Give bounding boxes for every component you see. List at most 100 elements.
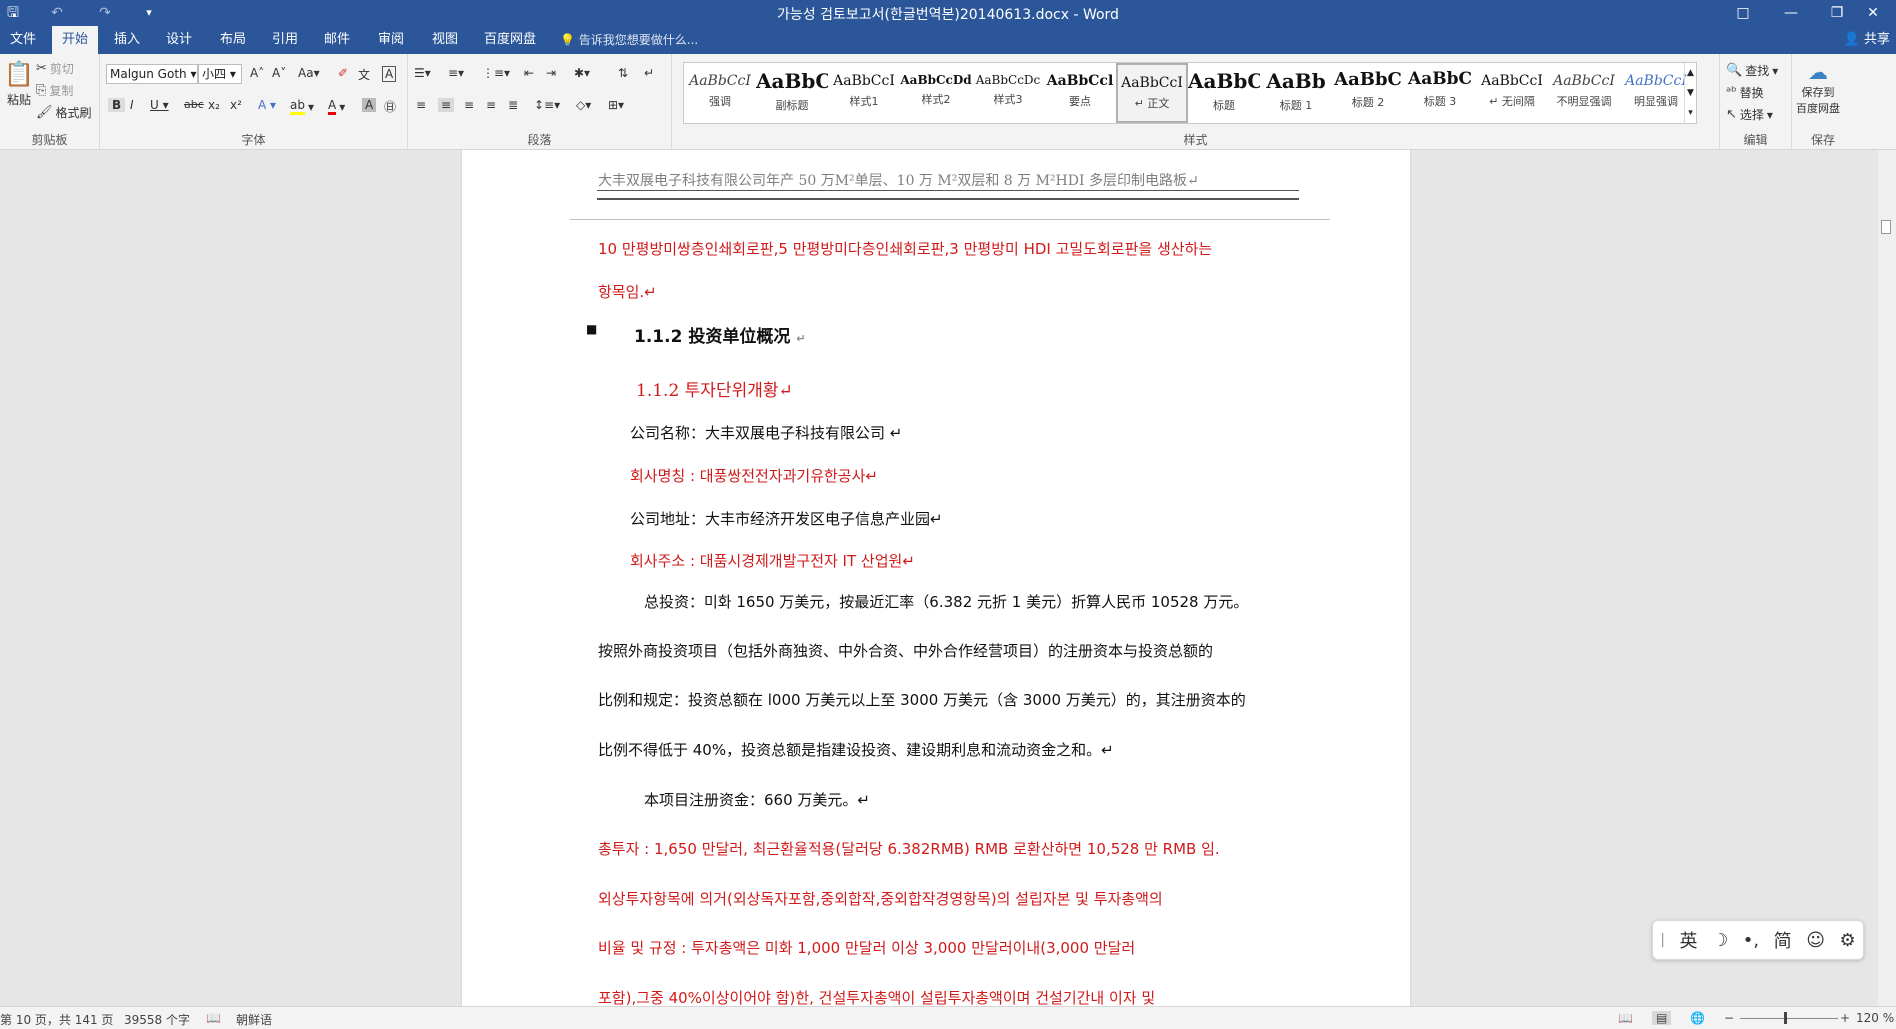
justify-icon[interactable]: ≡ [486, 98, 496, 112]
doc-line: 회사주소 : 대품시경제개발구전자 IT 산업원↵ [630, 552, 915, 570]
tab-references[interactable]: 引用 [262, 26, 308, 54]
character-border-icon[interactable]: A [382, 66, 397, 82]
strikethrough-icon[interactable]: abc [184, 98, 204, 111]
style-key-point[interactable]: AaBbCcl 要点 [1044, 63, 1116, 123]
ime-simplified-toggle[interactable]: 简 [1774, 927, 1792, 953]
align-right-icon[interactable]: ≡ [464, 98, 474, 112]
ime-language-toggle[interactable]: 英 [1680, 927, 1698, 953]
minimize-button[interactable]: — [1768, 0, 1814, 26]
web-layout-icon[interactable]: 🌐 [1690, 1011, 1705, 1025]
text-effects-icon[interactable]: A ▾ [258, 98, 276, 112]
style-title[interactable]: AaBbC 标题 [1188, 63, 1260, 123]
page-count[interactable]: 第 10 页，共 141 页 [0, 1011, 113, 1028]
tab-mailings[interactable]: 邮件 [314, 26, 360, 54]
style-subtle-emphasis[interactable]: AaBbCcI 不明显强调 [1548, 63, 1620, 123]
enclose-characters-icon[interactable]: ㊐ [384, 98, 396, 115]
style-intense-emphasis[interactable]: AaBbCcI 明显强调 [1620, 63, 1692, 123]
language-indicator[interactable]: 朝鲜语 [236, 1011, 272, 1028]
punctuation-icon[interactable]: •, [1743, 930, 1759, 951]
increase-indent-icon[interactable]: ⇥ [546, 66, 556, 80]
subscript-icon[interactable]: x₂ [208, 98, 220, 112]
tab-view[interactable]: 视图 [422, 26, 468, 54]
style-subtitle[interactable]: AaBbC 副标题 [756, 63, 828, 123]
align-left-icon[interactable]: ≡ [416, 98, 426, 112]
sort-icon[interactable]: ⇅ [618, 66, 628, 80]
borders-icon[interactable]: ⊞▾ [608, 98, 624, 112]
tab-baidu-netdisk[interactable]: 百度网盘 [474, 26, 546, 54]
close-button[interactable]: ✕ [1850, 0, 1896, 26]
ribbon-display-options-button[interactable]: □ [1720, 0, 1766, 26]
style-3[interactable]: AaBbCcDc 样式3 [972, 63, 1044, 123]
style-heading-2[interactable]: AaBbC 标题 2 [1332, 63, 1404, 123]
moon-icon[interactable]: ☽ [1712, 930, 1728, 951]
tab-review[interactable]: 审阅 [368, 26, 414, 54]
read-mode-icon[interactable]: 📖 [1618, 1011, 1633, 1025]
change-case-icon[interactable]: Aa▾ [298, 66, 320, 80]
decrease-indent-icon[interactable]: ⇤ [524, 66, 534, 80]
superscript-icon[interactable]: x² [230, 98, 242, 112]
paste-button[interactable]: 📋 粘贴 [4, 60, 34, 108]
scroll-thumb[interactable] [1881, 220, 1891, 234]
align-center-icon[interactable]: ≡ [438, 98, 455, 112]
font-name-select[interactable]: Malgun Goth ▾ [106, 64, 198, 84]
shrink-font-icon[interactable]: A˅ [272, 66, 286, 80]
tab-design[interactable]: 设计 [156, 26, 202, 54]
zoom-slider-thumb[interactable] [1784, 1012, 1787, 1024]
find-button[interactable]: 🔍 查找 ▾ [1726, 62, 1778, 79]
numbering-icon[interactable]: ≡▾ [448, 66, 464, 80]
style-no-spacing[interactable]: AaBbCcI ↵ 无间隔 [1476, 63, 1548, 123]
multilevel-list-icon[interactable]: ⋮≡▾ [482, 66, 510, 80]
tab-home[interactable]: 开始 [52, 26, 99, 54]
zoom-in-icon[interactable]: + [1840, 1011, 1850, 1025]
scissors-icon: ✂ [36, 61, 47, 76]
bullets-icon[interactable]: ☰▾ [414, 66, 431, 80]
tell-me-box[interactable]: 💡 告诉我您想要做什么... [560, 26, 698, 54]
grow-font-icon[interactable]: A˄ [250, 66, 264, 80]
document-area[interactable]: 大丰双展电子科技有限公司年产 50 万M²单层、10 万 M²双层和 8 万 M… [0, 150, 1896, 1006]
font-color-icon[interactable]: A ▾ [328, 98, 345, 115]
print-layout-icon[interactable]: ▤ [1652, 1011, 1672, 1025]
cut-button[interactable]: ✂ 剪切 [36, 60, 74, 77]
vertical-scrollbar[interactable] [1878, 150, 1896, 1006]
document-page[interactable]: 大丰双展电子科技有限公司年产 50 万M²单层、10 万 M²双层和 8 万 M… [462, 150, 1410, 1006]
font-size-select[interactable]: 小四 ▾ [198, 64, 242, 84]
underline-icon[interactable]: U ▾ [150, 98, 169, 112]
doc-line: 比例不得低于 40%，投资总额是指建设投资、建设期利息和流动资金之和。↵ [598, 741, 1114, 759]
zoom-out-icon[interactable]: − [1724, 1011, 1734, 1025]
line-spacing-icon[interactable]: ↕≡▾ [534, 98, 560, 112]
copy-button[interactable]: ⎘ 复制 [36, 82, 73, 99]
clear-formatting-icon[interactable]: ✐ [338, 66, 348, 80]
style-normal[interactable]: AaBbCcI ↵ 正文 [1116, 63, 1188, 123]
ime-drag-handle[interactable]: | [1660, 932, 1665, 948]
character-shading-icon[interactable]: A [362, 98, 377, 112]
share-button[interactable]: 👤 共享 [1844, 26, 1890, 54]
tab-file[interactable]: 文件 [0, 26, 46, 54]
style-heading-1[interactable]: AaBb 标题 1 [1260, 63, 1332, 123]
style-heading-3[interactable]: AaBbC 标题 3 [1404, 63, 1476, 123]
word-count[interactable]: 39558 个字 [124, 1011, 190, 1028]
zoom-level[interactable]: 120 % [1856, 1011, 1894, 1025]
distributed-icon[interactable]: ≣ [508, 98, 518, 112]
bold-icon[interactable]: B [108, 98, 126, 112]
highlight-icon[interactable]: ab ▾ [290, 98, 314, 115]
proofing-icon[interactable]: 📖 [206, 1011, 221, 1025]
select-button[interactable]: ↖ 选择 ▾ [1726, 106, 1773, 123]
styles-scroll-icon[interactable]: ▲ ▼ ▾ [1684, 63, 1696, 123]
style-emphasis[interactable]: AaBbCcI 强调 [684, 63, 756, 123]
tab-layout[interactable]: 布局 [210, 26, 256, 54]
style-1[interactable]: AaBbCcI 样式1 [828, 63, 900, 123]
replace-button[interactable]: ᵃᵇ 替换 [1726, 84, 1764, 101]
phonetic-guide-icon[interactable]: 文 [358, 66, 370, 83]
shading-icon[interactable]: ◇▾ [576, 98, 591, 112]
tab-insert[interactable]: 插入 [104, 26, 150, 54]
italic-icon[interactable]: I [130, 98, 134, 112]
format-painter-button[interactable]: 🖌 格式刷 [36, 104, 92, 121]
font-group: Malgun Goth ▾ 小四 ▾ A˄ A˅ Aa▾ ✐ 文 A B I U… [100, 54, 408, 150]
emoji-icon[interactable]: ☺ [1806, 930, 1825, 951]
style-2[interactable]: AaBbCcDd 样式2 [900, 63, 972, 123]
gear-icon[interactable]: ⚙ [1840, 930, 1856, 951]
show-marks-icon[interactable]: ↵ [644, 66, 654, 80]
zoom-slider[interactable] [1740, 1018, 1838, 1019]
asian-layout-icon[interactable]: ✱▾ [574, 66, 590, 80]
save-to-baidu-button[interactable]: ☁ 保存到 百度网盘 [1796, 60, 1840, 116]
